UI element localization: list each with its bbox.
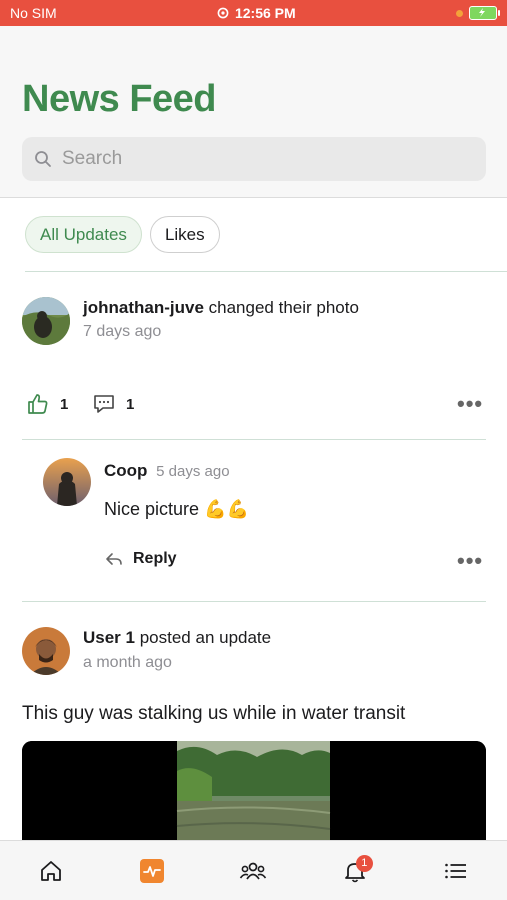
- reply-button[interactable]: Reply: [105, 550, 177, 568]
- comment-avatar[interactable]: [43, 458, 91, 506]
- reply-label: Reply: [133, 550, 177, 567]
- filters-divider: [25, 271, 507, 272]
- clock-time: 12:56 PM: [234, 5, 296, 21]
- post-text: This guy was stalking us while in water …: [22, 703, 406, 724]
- groups-icon: [240, 862, 267, 879]
- privacy-dot-icon: [455, 9, 463, 17]
- menu-icon: [445, 863, 467, 878]
- post-video[interactable]: [22, 741, 486, 846]
- comment-button[interactable]: 1: [92, 392, 134, 416]
- activity-icon: [140, 858, 165, 883]
- status-bar: No SIM 12:56 PM: [0, 0, 507, 26]
- post-timestamp: 7 days ago: [83, 323, 162, 340]
- tab-notifications[interactable]: 1: [335, 851, 375, 891]
- search-bar[interactable]: [22, 137, 486, 181]
- home-icon: [40, 860, 61, 881]
- more-options-icon[interactable]: •••: [457, 391, 483, 417]
- like-count: 1: [60, 395, 69, 413]
- page-title: News Feed: [22, 78, 217, 120]
- tab-bar: 1: [0, 840, 507, 900]
- comment-author[interactable]: Coop: [104, 461, 147, 480]
- filter-all-updates[interactable]: All Updates: [25, 216, 142, 253]
- comment-count: 1: [126, 395, 135, 413]
- post-divider: [22, 439, 486, 440]
- post-action: posted an update: [139, 628, 272, 647]
- comment-icon: [94, 395, 114, 413]
- tab-home[interactable]: [31, 851, 71, 891]
- thumbs-up-icon: [28, 394, 48, 414]
- carrier-label: No SIM: [10, 5, 57, 21]
- avatar[interactable]: [22, 627, 70, 675]
- tab-menu[interactable]: [436, 851, 476, 891]
- post-author[interactable]: User 1: [83, 628, 135, 647]
- filter-chips: All Updates Likes: [25, 216, 220, 253]
- search-input[interactable]: [62, 148, 462, 170]
- header: News Feed: [0, 26, 507, 198]
- alarm-icon: [217, 7, 229, 19]
- comment-more-icon[interactable]: •••: [457, 548, 483, 574]
- tab-activity[interactable]: [132, 851, 172, 891]
- reply-icon: [106, 553, 122, 565]
- battery-charging-icon: [468, 6, 500, 20]
- post-author[interactable]: johnathan-juve: [83, 298, 204, 317]
- filter-likes[interactable]: Likes: [149, 216, 220, 253]
- comment-timestamp: 5 days ago: [156, 463, 230, 480]
- search-icon: [35, 151, 51, 167]
- post-divider: [22, 601, 486, 602]
- post-timestamp: a month ago: [83, 654, 172, 671]
- notification-badge: 1: [355, 854, 373, 872]
- like-button[interactable]: 1: [26, 392, 68, 416]
- avatar[interactable]: [22, 297, 70, 345]
- comment-text: Nice picture 💪💪: [104, 499, 249, 519]
- tab-groups[interactable]: [233, 851, 273, 891]
- post-action: changed their photo: [208, 298, 359, 317]
